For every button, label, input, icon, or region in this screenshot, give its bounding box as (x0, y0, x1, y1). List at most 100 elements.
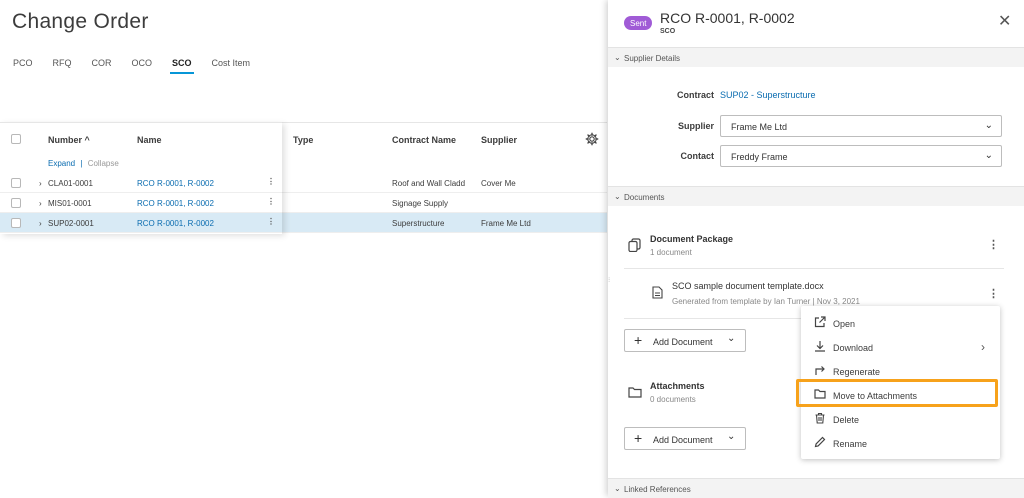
row-number: MIS01-0001 (48, 199, 92, 208)
row-contract-name: Signage Supply (392, 199, 449, 208)
package-more-icon[interactable]: ⋮ (988, 238, 999, 251)
section-label: Linked References (624, 485, 691, 494)
row-more-icon[interactable]: ⋮ (267, 197, 275, 206)
contact-select[interactable]: Freddy Frame ⌄ (720, 145, 1002, 167)
package-count: 1 document (650, 248, 692, 257)
copy-documents-icon (628, 238, 641, 252)
section-label: Documents (624, 193, 665, 202)
section-label: Supplier Details (624, 54, 681, 63)
chevron-right-icon[interactable]: › (39, 199, 42, 208)
menu-item-label: Regenerate (833, 367, 881, 377)
column-type[interactable]: Type (293, 135, 313, 145)
row-supplier: Frame Me Ltd (481, 219, 531, 228)
tab-cost-item[interactable]: Cost Item (212, 58, 251, 74)
row-name-link[interactable]: RCO R-0001, R-0002 (137, 179, 214, 188)
plus-icon: + (634, 332, 643, 348)
row-number: CLA01-0001 (48, 179, 93, 188)
tab-sco[interactable]: SCO (170, 58, 194, 74)
contract-link[interactable]: SUP02 - Superstructure (720, 90, 816, 100)
column-contract-name[interactable]: Contract Name (392, 135, 456, 145)
supplier-label: Supplier (677, 121, 714, 131)
expand-link[interactable]: Expand (48, 159, 75, 168)
add-document-label: Add Document (653, 337, 713, 347)
open-external-icon (814, 316, 826, 328)
contact-label: Contact (680, 151, 715, 161)
chevron-down-icon: ⌄ (614, 192, 621, 201)
document-meta: Generated from template by Ian Turner | … (672, 297, 860, 306)
menu-item-download[interactable]: Download › (801, 335, 1000, 359)
download-icon (815, 341, 825, 352)
table-row[interactable]: › MIS01-0001 RCO R-0001, R-0002 ⋮ Signag… (0, 193, 607, 213)
menu-item-label: Open (833, 319, 856, 329)
close-icon[interactable]: ✕ (998, 14, 1011, 30)
menu-item-label: Delete (833, 415, 860, 425)
document-name[interactable]: SCO sample document template.docx (672, 281, 824, 291)
chevron-down-icon: ⌄ (984, 150, 993, 161)
add-document-button[interactable]: + Add Document ⌄ (624, 329, 746, 352)
column-name[interactable]: Name (137, 135, 162, 145)
section-documents[interactable]: ⌄ Documents (608, 186, 1024, 206)
supplier-value: Frame Me Ltd (731, 122, 788, 132)
section-linked-references[interactable]: ⌄ Linked References (608, 478, 1024, 498)
row-contract-name: Superstructure (392, 219, 445, 228)
chevron-right-icon: › (981, 340, 985, 354)
row-name-link[interactable]: RCO R-0001, R-0002 (137, 219, 214, 228)
select-all-checkbox[interactable] (11, 134, 21, 144)
context-menu: Open Download › Regenerate Move to Attac… (801, 306, 1000, 459)
row-more-icon[interactable]: ⋮ (267, 177, 275, 186)
row-number: SUP02-0001 (48, 219, 94, 228)
document-icon (652, 286, 663, 299)
panel-title: RCO R-0001, R-0002 (660, 10, 795, 26)
chevron-down-icon: ⌄ (727, 333, 736, 344)
chevron-right-icon[interactable]: › (39, 179, 42, 188)
chevron-down-icon: ⌄ (614, 53, 621, 62)
chevron-down-icon: ⌄ (614, 484, 621, 493)
column-supplier[interactable]: Supplier (481, 135, 517, 145)
table-row-selected[interactable]: › SUP02-0001 RCO R-0001, R-0002 ⋮ Supers… (0, 213, 607, 233)
supplier-select[interactable]: Frame Me Ltd ⌄ (720, 115, 1002, 137)
section-supplier-details[interactable]: ⌄ Supplier Details (608, 47, 1024, 67)
tab-oco[interactable]: OCO (132, 58, 153, 74)
row-contract-name: Roof and Wall Cladding (392, 179, 465, 188)
menu-item-open[interactable]: Open (801, 311, 1000, 335)
row-checkbox[interactable] (11, 198, 21, 208)
regenerate-icon (815, 366, 825, 375)
resize-handle[interactable]: ⁝ (608, 276, 610, 284)
collapse-link[interactable]: Collapse (88, 159, 119, 168)
document-more-icon[interactable]: ⋮ (988, 287, 999, 300)
chevron-down-icon: ⌄ (727, 431, 736, 442)
add-attachment-button[interactable]: + Add Document ⌄ (624, 427, 746, 450)
tab-rfq[interactable]: RFQ (53, 58, 72, 74)
contact-value: Freddy Frame (731, 152, 788, 162)
expand-collapse: Expand | Collapse (48, 159, 119, 168)
menu-item-rename[interactable]: Rename (801, 431, 1000, 455)
table-header: Number ^ Name Type Contract Name Supplie… (0, 122, 607, 156)
chevron-right-icon[interactable]: › (39, 219, 42, 228)
settings-gear-icon[interactable] (585, 132, 599, 146)
menu-item-delete[interactable]: Delete (801, 407, 1000, 431)
menu-item-label: Rename (833, 439, 868, 449)
package-title: Document Package (650, 234, 734, 244)
menu-item-move-to-attachments[interactable]: Move to Attachments (801, 383, 1000, 407)
row-supplier: Cover Me (481, 179, 516, 188)
status-badge: Sent (624, 16, 653, 30)
row-more-icon[interactable]: ⋮ (267, 217, 275, 226)
column-number[interactable]: Number ^ (48, 135, 90, 145)
menu-item-regenerate[interactable]: Regenerate (801, 359, 1000, 383)
panel-subtitle: SCO (660, 28, 676, 35)
tab-cor[interactable]: COR (92, 58, 112, 74)
row-name-link[interactable]: RCO R-0001, R-0002 (137, 199, 214, 208)
page-title: Change Order (12, 10, 149, 33)
tab-pco[interactable]: PCO (13, 58, 33, 74)
divider (624, 268, 1004, 269)
row-checkbox[interactable] (11, 178, 21, 188)
table-row[interactable]: › CLA01-0001 RCO R-0001, R-0002 ⋮ Roof a… (0, 173, 607, 193)
row-checkbox[interactable] (11, 218, 21, 228)
attachments-count: 0 documents (650, 395, 696, 404)
menu-item-label: Download (833, 343, 874, 353)
divider (624, 318, 814, 319)
pencil-icon (814, 436, 826, 448)
folder-icon (814, 389, 826, 399)
attachments-title: Attachments (650, 381, 705, 391)
contract-label: Contract (676, 90, 714, 100)
